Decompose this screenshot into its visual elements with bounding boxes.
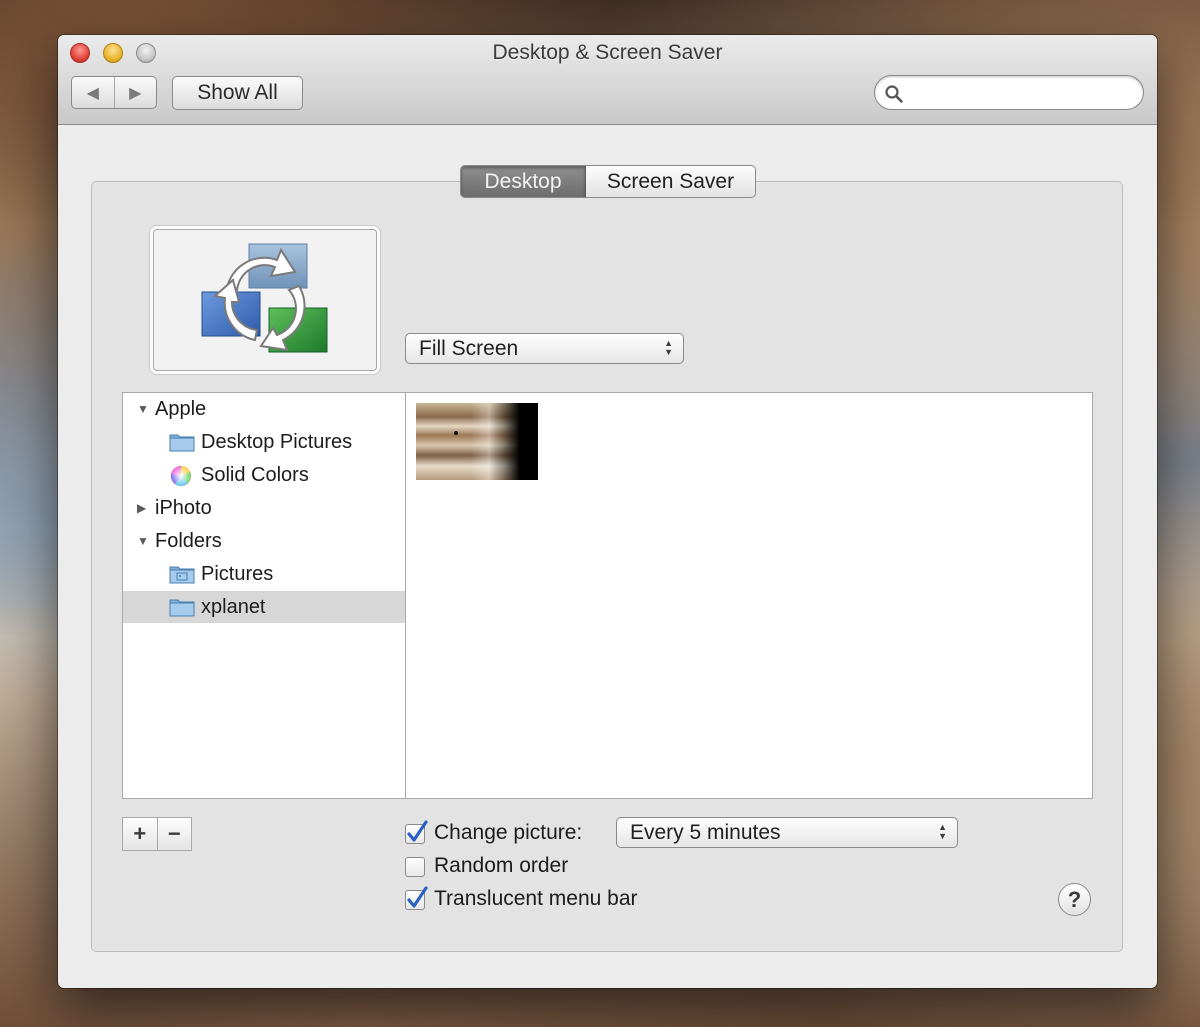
- source-label: Desktop Pictures: [201, 431, 353, 453]
- jupiter-image: [416, 403, 538, 480]
- color-wheel-icon: [170, 465, 191, 486]
- folder-icon: [169, 434, 195, 452]
- checkbox-box[interactable]: [405, 886, 428, 910]
- source-label: Apple: [155, 398, 207, 420]
- updown-arrows-icon: ▲ ▼: [664, 338, 673, 357]
- source-label: xplanet: [201, 596, 266, 618]
- source-label: Pictures: [201, 563, 274, 585]
- tab-desktop[interactable]: Desktop: [461, 166, 586, 197]
- source-group-iphoto[interactable]: ▶ iPhoto: [123, 492, 405, 524]
- disclosure-triangle-icon[interactable]: ▼: [137, 534, 149, 548]
- disclosure-triangle-icon[interactable]: ▶: [137, 501, 146, 515]
- tab-screen-saver[interactable]: Screen Saver: [586, 166, 755, 197]
- navigation-buttons: ◀ ▶: [71, 76, 157, 109]
- search-input[interactable]: [909, 81, 1133, 105]
- help-button[interactable]: ?: [1058, 883, 1091, 916]
- translucent-menu-bar-label: Translucent menu bar: [434, 887, 638, 910]
- change-picture-label: Change picture:: [434, 821, 583, 844]
- source-item-pictures[interactable]: Pictures: [123, 558, 405, 590]
- preferences-window: Desktop & Screen Saver ◀ ▶ Show All Desk…: [58, 35, 1157, 988]
- disclosure-triangle-icon[interactable]: ▼: [137, 402, 149, 416]
- search-icon: [885, 85, 903, 103]
- add-folder-button[interactable]: +: [123, 818, 158, 850]
- checkmark-icon: [407, 820, 428, 842]
- interval-popup[interactable]: Every 5 minutes ▲ ▼: [616, 817, 958, 848]
- source-group-folders[interactable]: ▼ Folders: [123, 525, 405, 557]
- image-grid: [406, 392, 1093, 799]
- search-field[interactable]: [874, 75, 1144, 110]
- source-item-xplanet[interactable]: xplanet: [123, 591, 405, 623]
- source-label: iPhoto: [155, 497, 212, 519]
- jupiter-thumbnail[interactable]: [416, 403, 538, 480]
- source-label: Folders: [155, 530, 222, 552]
- window-title: Desktop & Screen Saver: [492, 41, 723, 64]
- pictures-folder-icon: [169, 566, 195, 584]
- source-group-apple[interactable]: ▼ Apple: [123, 393, 405, 425]
- checkbox-box[interactable]: [405, 820, 428, 844]
- back-button[interactable]: ◀: [72, 77, 115, 108]
- remove-folder-button[interactable]: −: [158, 818, 192, 850]
- interval-value: Every 5 minutes: [630, 821, 781, 844]
- show-all-button[interactable]: Show All: [172, 76, 303, 110]
- updown-arrows-icon: ▲ ▼: [938, 822, 947, 841]
- rotating-pictures-icon: [201, 243, 328, 353]
- folder-icon: [169, 599, 195, 617]
- titlebar: Desktop & Screen Saver ◀ ▶ Show All: [58, 35, 1157, 125]
- source-item-desktop-pictures[interactable]: Desktop Pictures: [123, 426, 405, 458]
- source-label: Solid Colors: [201, 464, 309, 486]
- random-order-label: Random order: [434, 854, 569, 877]
- forward-button[interactable]: ▶: [115, 77, 157, 108]
- checkbox-box[interactable]: [405, 857, 425, 877]
- back-arrow-icon: ◀: [86, 84, 99, 102]
- source-list: ▼ Apple Desktop Pictures Solid Colors ▶ …: [122, 392, 406, 799]
- forward-arrow-icon: ▶: [129, 84, 142, 102]
- add-remove-buttons: + −: [122, 817, 192, 851]
- source-item-solid-colors[interactable]: Solid Colors: [123, 459, 405, 491]
- scaling-popup[interactable]: Fill Screen ▲ ▼: [405, 333, 684, 364]
- checkmark-icon: [407, 886, 428, 908]
- desktop-preview: [153, 229, 377, 371]
- scaling-value: Fill Screen: [419, 337, 519, 360]
- tab-bar: Desktop Screen Saver: [460, 165, 756, 198]
